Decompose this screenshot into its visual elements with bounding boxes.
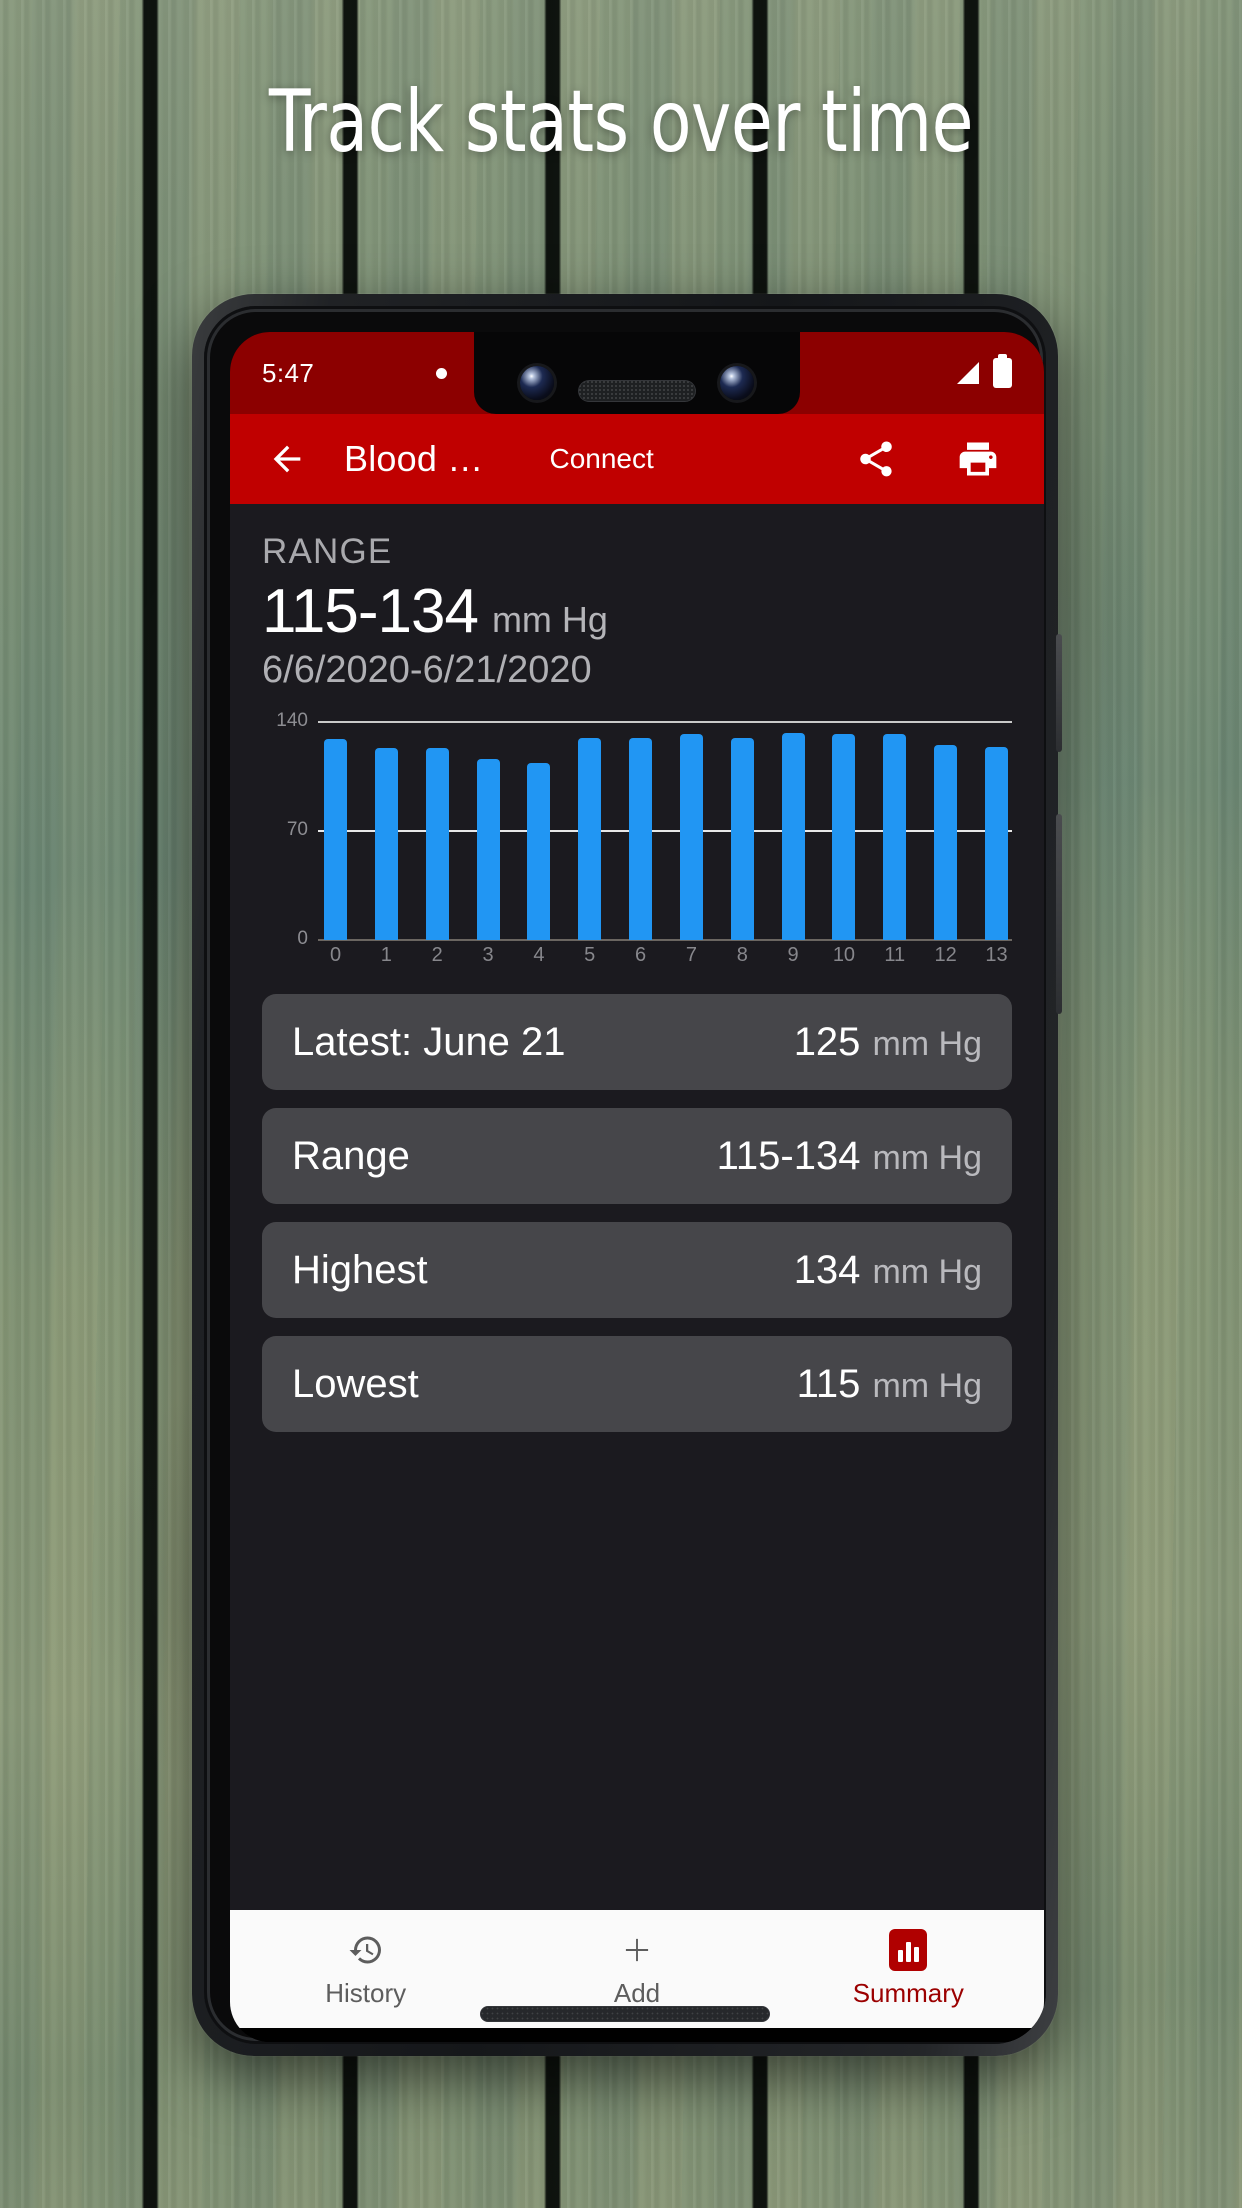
chart-bar[interactable]	[629, 737, 653, 940]
x-tick-label: 13	[985, 944, 1008, 966]
bar-chart-icon-chip	[889, 1928, 928, 1971]
nav-label-summary: Summary	[852, 1977, 964, 2008]
page-headline: Track stats over time	[268, 72, 974, 172]
share-icon[interactable]	[848, 431, 904, 487]
phone-device-frame: 5:47 Blood … Connect RANGE 115-134 mm Hg…	[192, 294, 1062, 2056]
chart-bar[interactable]	[781, 732, 805, 940]
power-button[interactable]	[1056, 634, 1062, 752]
stat-row[interactable]: Range 115-134 mm Hg	[262, 1108, 1012, 1204]
stat-row-label: Highest	[292, 1247, 428, 1292]
stat-row-label: Range	[292, 1133, 410, 1178]
x-tick-label: 4	[533, 944, 545, 966]
history-clock-icon	[348, 1930, 384, 1970]
range-caption: RANGE	[262, 532, 393, 571]
stat-row-value: 134	[793, 1247, 861, 1292]
range-date-span: 6/6/2020-6/21/2020	[262, 649, 592, 691]
y-tick-label-140: 140	[276, 710, 308, 731]
stat-row[interactable]: Highest 134 mm Hg	[262, 1222, 1012, 1318]
nav-label-history: History	[325, 1977, 407, 2008]
blood-pressure-bar-chart[interactable]: 0 70 140 0 1 2 3 4 5 6 7 8 9 10 11 12 13	[262, 710, 1012, 972]
page-title: Blood …	[344, 438, 484, 479]
x-tick-label: 5	[584, 944, 596, 966]
print-icon[interactable]	[950, 431, 1006, 487]
x-tick-label: 2	[431, 944, 443, 966]
front-camera-secondary-icon	[720, 366, 754, 400]
stat-row-value-group: 125 mm Hg	[794, 1020, 982, 1065]
stats-list: Latest: June 21 125 mm Hg Range 115-134 mm Hg…	[262, 994, 1012, 1432]
chart-x-tick-labels: 0 1 2 3 4 5 6 7 8 9 10 11 12 13	[324, 944, 1008, 967]
stat-row-value: 115-134	[716, 1133, 861, 1178]
status-bar: 5:47	[230, 332, 1044, 414]
summary-content: RANGE 115-134 mm Hg 6/6/2020-6/21/2020 0…	[230, 504, 1044, 1910]
chart-plot-area: 0 70 140	[276, 710, 1012, 949]
notification-dot-icon	[436, 367, 448, 379]
volume-button[interactable]	[1056, 814, 1062, 1014]
status-bar-clock: 5:47	[262, 357, 315, 388]
x-tick-label: 10	[832, 944, 856, 966]
phone-bezel: 5:47 Blood … Connect RANGE 115-134 mm Hg…	[204, 306, 1046, 2044]
chart-bar[interactable]	[374, 748, 398, 940]
stat-row-unit: mm Hg	[872, 1138, 982, 1177]
android-navigation-bar	[230, 2028, 1044, 2042]
chart-bar[interactable]	[425, 748, 449, 940]
connect-button[interactable]: Connect	[549, 443, 653, 475]
chart-bar[interactable]	[527, 762, 551, 940]
nav-item-summary[interactable]: Summary	[773, 1928, 1044, 2009]
chart-bar[interactable]	[883, 734, 907, 940]
x-tick-label: 11	[884, 944, 906, 966]
x-tick-label: 1	[380, 944, 392, 966]
chart-bars	[324, 722, 1008, 940]
status-bar-right	[957, 354, 1044, 388]
front-camera-icon	[520, 366, 554, 400]
y-tick-label-70: 70	[286, 819, 308, 840]
nav-item-history[interactable]: History	[230, 1930, 501, 2009]
stat-row-value: 115	[796, 1361, 861, 1406]
range-headline: 115-134 mm Hg	[262, 576, 1012, 647]
x-tick-label: 12	[934, 944, 957, 966]
chart-bar[interactable]	[679, 734, 703, 940]
stat-row-value-group: 134 mm Hg	[794, 1248, 982, 1293]
x-tick-label: 6	[635, 944, 647, 966]
display-notch	[474, 332, 800, 414]
stat-row[interactable]: Latest: June 21 125 mm Hg	[262, 994, 1012, 1090]
y-tick-label-0: 0	[297, 928, 308, 949]
chart-bar[interactable]	[984, 746, 1008, 940]
nav-label-add: Add	[613, 1977, 661, 2008]
stat-row-unit: mm Hg	[872, 1024, 982, 1063]
range-value: 115-134	[262, 577, 479, 646]
stat-row-unit: mm Hg	[872, 1366, 982, 1405]
x-tick-label: 9	[787, 944, 799, 966]
earpiece-speaker-icon	[578, 380, 696, 402]
app-bar: Blood … Connect	[230, 414, 1044, 504]
chart-bar[interactable]	[934, 745, 958, 940]
bottom-speaker-grille	[480, 2006, 770, 2022]
plus-icon	[618, 1930, 656, 1970]
chart-x-axis: 0 1 2 3 4 5 6 7 8 9 10 11 12 13	[318, 940, 1012, 970]
battery-full-icon	[993, 354, 1012, 388]
nav-item-add[interactable]: Add	[501, 1930, 772, 2009]
x-tick-label: 0	[329, 944, 342, 966]
back-arrow-icon[interactable]	[260, 432, 314, 486]
stat-row-label: Lowest	[292, 1361, 419, 1406]
stat-row-label: Latest: June 21	[292, 1019, 566, 1064]
chart-bar[interactable]	[324, 739, 347, 940]
x-tick-label: 7	[685, 944, 697, 966]
x-tick-label: 8	[736, 944, 748, 966]
stat-row-unit: mm Hg	[872, 1252, 982, 1291]
chart-bar[interactable]	[832, 734, 856, 940]
chart-bar[interactable]	[476, 759, 500, 940]
x-tick-label: 3	[482, 944, 494, 966]
cellular-signal-icon	[957, 362, 979, 384]
stat-row[interactable]: Lowest 115 mm Hg	[262, 1336, 1012, 1432]
chart-bar[interactable]	[578, 737, 602, 940]
chart-bar[interactable]	[730, 737, 754, 940]
status-bar-left: 5:47	[230, 357, 448, 389]
stat-row-value-group: 115-134 mm Hg	[717, 1134, 982, 1179]
stat-row-value: 125	[793, 1019, 861, 1064]
stat-row-value-group: 115 mm Hg	[797, 1362, 982, 1407]
phone-screen: 5:47 Blood … Connect RANGE 115-134 mm Hg…	[230, 332, 1044, 2042]
range-unit: mm Hg	[491, 599, 608, 640]
bar-chart-icon	[889, 1928, 928, 1971]
